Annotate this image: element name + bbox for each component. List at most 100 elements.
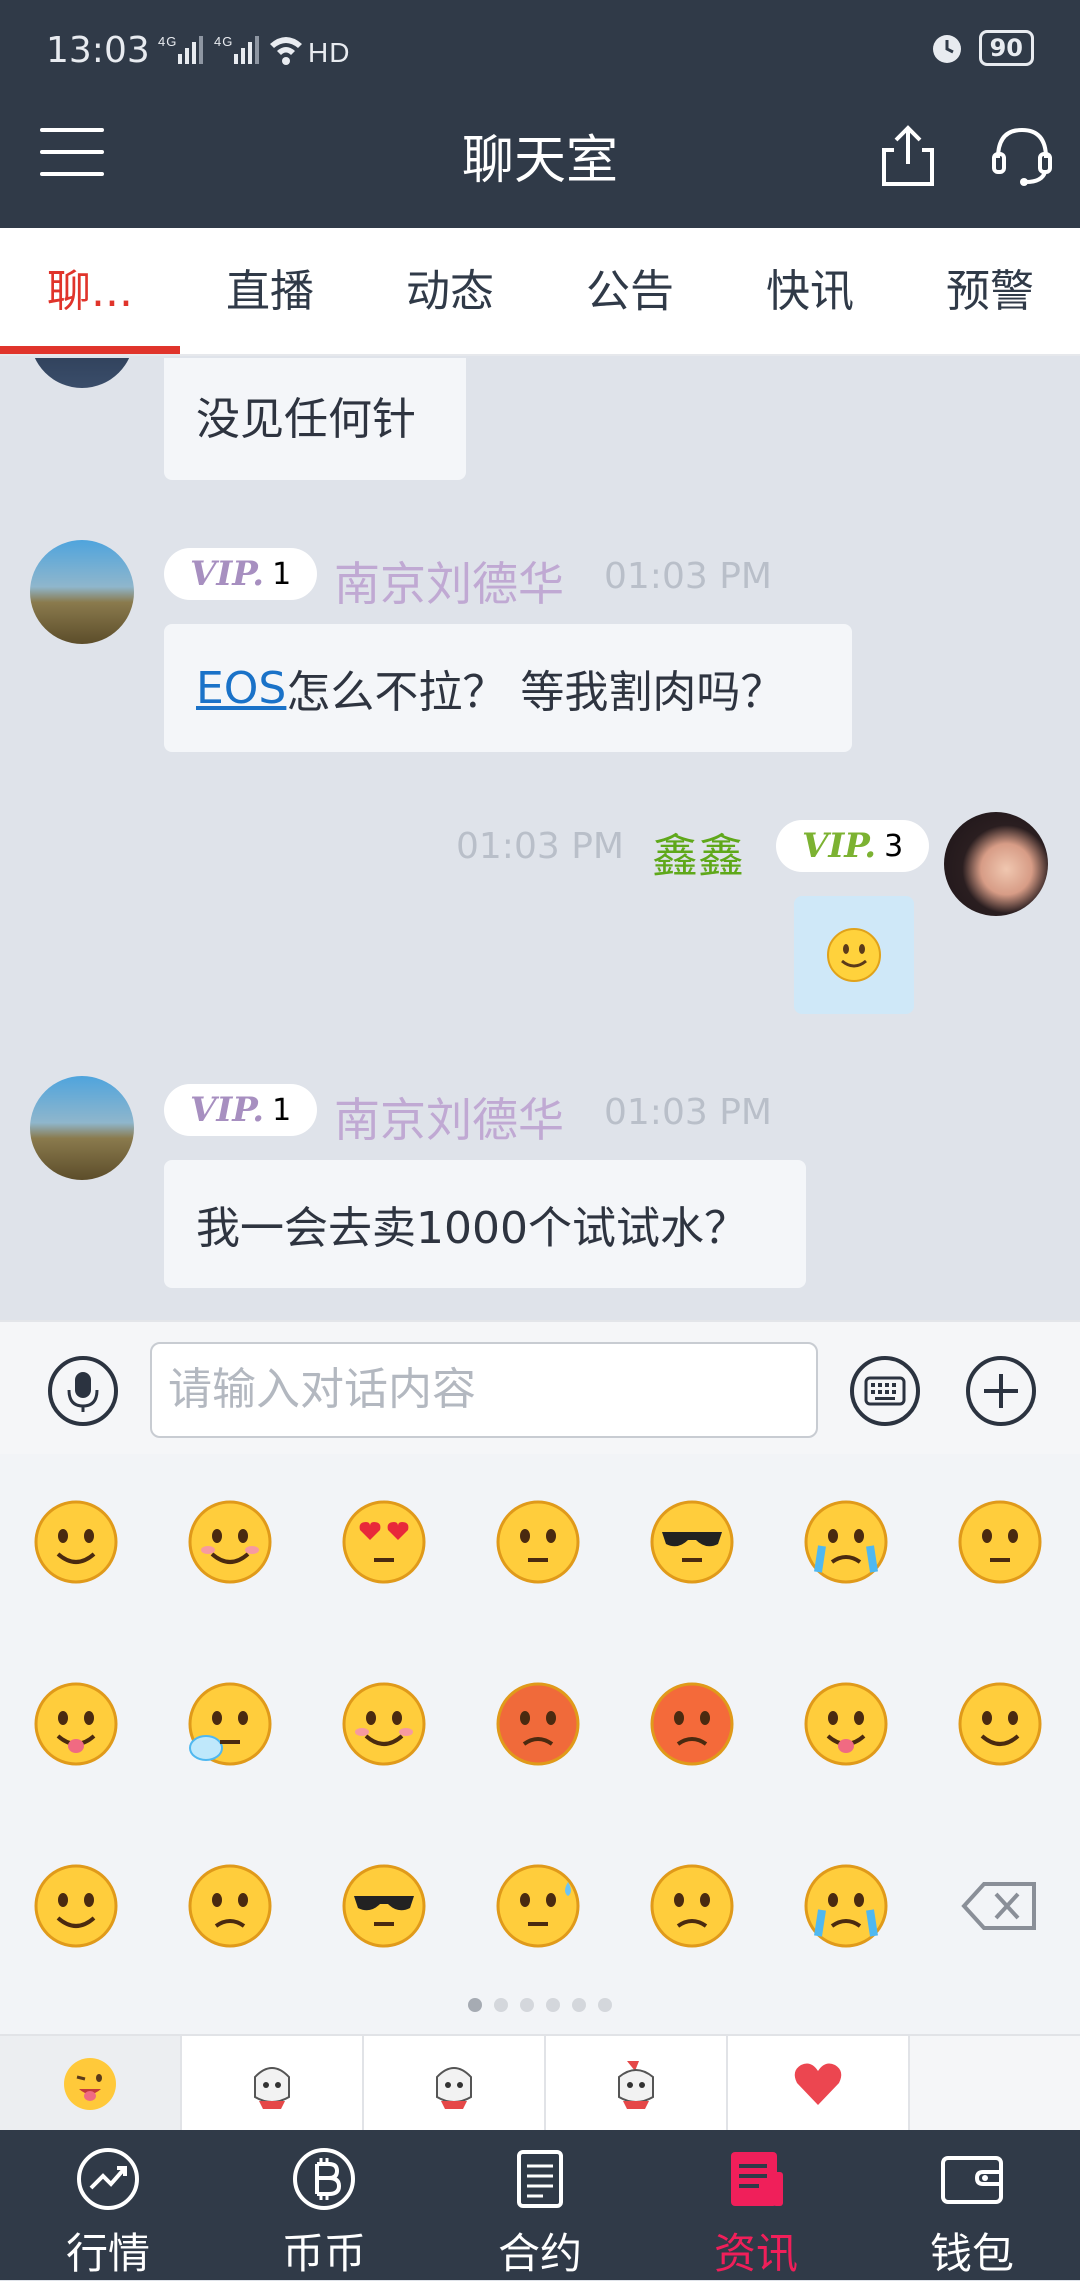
tab-chat[interactable]: 聊... (0, 228, 180, 354)
message-time: 01:03 PM (456, 826, 624, 867)
emoji-page-indicator (0, 1998, 1080, 2012)
tab-announcement[interactable]: 公告 (540, 228, 720, 354)
page-dot[interactable] (468, 1998, 482, 2012)
emoji-sob-icon[interactable] (802, 1862, 890, 1950)
nav-label: 钱包 (929, 2229, 1014, 2278)
sticker-character-icon (254, 2067, 290, 2109)
emoji-angry-icon[interactable] (648, 1680, 736, 1768)
sticker-character-icon (436, 2067, 472, 2109)
sticker-pack-tabs (0, 2034, 1080, 2132)
sticker-character-icon (618, 2061, 654, 2109)
avatar[interactable] (30, 540, 134, 644)
page-dot[interactable] (546, 1998, 560, 2012)
pack-sticker-tab[interactable] (364, 2036, 546, 2132)
sender-name[interactable]: 南京刘德华 (334, 548, 564, 614)
emoji-surprised-icon[interactable] (32, 1498, 120, 1586)
pack-emoji-tab[interactable] (0, 2036, 182, 2132)
avatar[interactable] (944, 812, 1048, 916)
emoji-snore-icon[interactable] (186, 1680, 274, 1768)
vip-mark: VIP. (190, 1090, 265, 1130)
tab-bar: 聊... 直播 动态 公告 快讯 预警 (0, 228, 1080, 356)
message-time: 01:03 PM (604, 1092, 772, 1133)
vip-badge: VIP. 3 (776, 820, 930, 872)
page-dot[interactable] (520, 1998, 534, 2012)
pack-tabs-filler (910, 2036, 1080, 2130)
coin-link[interactable]: EOS (196, 663, 286, 714)
nav-label: 合约 (497, 2229, 582, 2278)
message-bubble[interactable]: 没见任何针 (164, 358, 466, 480)
tab-flash-news[interactable]: 快讯 (720, 228, 900, 354)
microphone-icon[interactable] (48, 1356, 118, 1426)
wallet-icon (941, 2156, 1003, 2204)
page-dot[interactable] (494, 1998, 508, 2012)
emoji-crying-icon[interactable] (802, 1498, 890, 1586)
emoji-sunglasses-icon[interactable] (340, 1862, 428, 1950)
message-input[interactable]: 请输入对话内容 (150, 1342, 818, 1438)
status-right: 90 (929, 30, 1034, 66)
pack-sticker-tab[interactable] (182, 2036, 364, 2132)
emoji-cute-icon[interactable] (340, 1680, 428, 1768)
message-time: 01:03 PM (604, 556, 772, 597)
sender-name[interactable]: 南京刘德华 (334, 1084, 564, 1150)
nav-wallet[interactable]: 钱包 (864, 2130, 1080, 2280)
news-icon (731, 2152, 783, 2206)
message-text: 怎么不拉？ 等我割肉吗？ (286, 667, 785, 718)
backspace-icon[interactable] (956, 1862, 1044, 1950)
customer-service-icon[interactable] (990, 124, 1054, 188)
avatar[interactable] (30, 358, 134, 388)
message-bubble[interactable]: EOS 怎么不拉？ 等我割肉吗？ (164, 624, 852, 752)
tab-feed[interactable]: 动态 (360, 228, 540, 354)
vip-mark: VIP. (190, 554, 265, 594)
sender-name[interactable]: 鑫鑫 (652, 820, 744, 886)
bitcoin-icon (293, 2148, 355, 2210)
emoji-sweat-icon[interactable] (494, 1862, 582, 1950)
emoji-cool-icon[interactable] (648, 1498, 736, 1586)
nav-spot[interactable]: 币币 (216, 2130, 432, 2280)
avatar[interactable] (30, 1076, 134, 1180)
header: 13:03 4G 4G HD 90 聊天室 (0, 0, 1080, 228)
pack-favorites-tab[interactable] (728, 2036, 910, 2132)
document-icon (517, 2150, 563, 2208)
nav-label: 币币 (281, 2229, 366, 2278)
bottom-navigation: 行情 币币 合约 资讯 钱包 (0, 2130, 1080, 2280)
chat-messages: 没见任何针 VIP. 1 南京刘德华 01:03 PM EOS 怎么不拉？ 等我割… (0, 358, 1080, 1320)
keyboard-icon[interactable] (850, 1356, 920, 1426)
page-dot[interactable] (598, 1998, 612, 2012)
message-bubble[interactable] (794, 896, 914, 1014)
emoji-panel (0, 1454, 1080, 2034)
nav-contract[interactable]: 合约 (432, 2130, 648, 2280)
svg-text:4G: 4G (214, 34, 233, 49)
emoji-heart-eyes-icon[interactable] (340, 1498, 428, 1586)
battery-indicator: 90 (978, 30, 1034, 66)
message-bubble[interactable]: 我一会去卖1000个试试水？ (164, 1160, 806, 1288)
emoji-shy-icon[interactable] (186, 1498, 274, 1586)
hd-label: HD (308, 37, 350, 68)
smile-emoji-icon (827, 928, 881, 982)
tab-alert[interactable]: 预警 (900, 228, 1080, 354)
emoji-smile-icon[interactable] (32, 1862, 120, 1950)
vip-badge: VIP. 1 (164, 548, 318, 600)
emoji-embarrassed-icon[interactable] (494, 1680, 582, 1768)
nav-market[interactable]: 行情 (0, 2130, 216, 2280)
vip-badge: VIP. 1 (164, 1084, 318, 1136)
emoji-frown-icon[interactable] (648, 1862, 736, 1950)
page-dot[interactable] (572, 1998, 586, 2012)
emoji-nervous-icon[interactable] (494, 1498, 582, 1586)
wink-emoji-icon (64, 2058, 116, 2110)
input-bar: 请输入对话内容 (0, 1320, 1080, 1454)
message-text: 没见任何针 (196, 394, 416, 445)
nav-label: 行情 (65, 2229, 150, 2278)
emoji-sad-icon[interactable] (186, 1862, 274, 1950)
emoji-sleepy-icon[interactable] (956, 1498, 1044, 1586)
share-icon[interactable] (878, 124, 938, 188)
emoji-grin-icon[interactable] (956, 1680, 1044, 1768)
emoji-wink-tongue-icon[interactable] (802, 1680, 890, 1768)
heart-icon (794, 2063, 842, 2105)
chart-trend-icon (77, 2148, 139, 2210)
tab-live[interactable]: 直播 (180, 228, 360, 354)
emoji-tongue-icon[interactable] (32, 1680, 120, 1768)
pack-sticker-tab[interactable] (546, 2036, 728, 2132)
nav-news[interactable]: 资讯 (648, 2130, 864, 2280)
message-text: 我一会去卖1000个试试水？ (196, 1203, 748, 1254)
add-icon[interactable] (966, 1356, 1036, 1426)
